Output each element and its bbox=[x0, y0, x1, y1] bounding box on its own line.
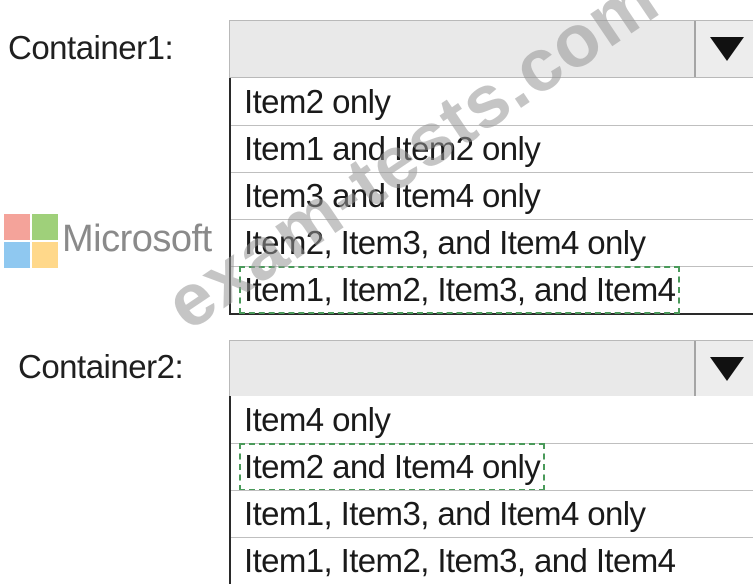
microsoft-logo-icon bbox=[4, 214, 58, 268]
container2-dropdown[interactable] bbox=[229, 340, 753, 398]
container2-options: Item4 only Item2 and Item4 only Item1, I… bbox=[229, 396, 753, 584]
container1-options: Item2 only Item1 and Item2 only Item3 an… bbox=[229, 78, 753, 315]
caret-down-icon bbox=[710, 357, 744, 381]
container1-dropdown-toggle[interactable] bbox=[694, 21, 753, 77]
container2-option[interactable]: Item1, Item2, Item3, and Item4 bbox=[231, 537, 753, 584]
container1-dropdown[interactable] bbox=[229, 20, 753, 78]
container2-label: Container2: bbox=[18, 348, 184, 385]
container1-option[interactable]: Item2 only bbox=[231, 78, 753, 125]
container1-option[interactable]: Item1 and Item2 only bbox=[231, 125, 753, 172]
container1-option[interactable]: Item2, Item3, and Item4 only bbox=[231, 219, 753, 266]
container2-option[interactable]: Item4 only bbox=[231, 396, 753, 443]
container1-option[interactable]: Item3 and Item4 only bbox=[231, 172, 753, 219]
container2-dropdown-toggle[interactable] bbox=[694, 341, 753, 397]
container1-option-selected[interactable]: Item1, Item2, Item3, and Item4 bbox=[231, 266, 753, 314]
caret-down-icon bbox=[710, 37, 744, 61]
container2-option-selected[interactable]: Item2 and Item4 only bbox=[231, 443, 753, 491]
container1-label: Container1: bbox=[8, 29, 174, 66]
microsoft-watermark-text: Microsoft bbox=[62, 218, 212, 260]
container2-option[interactable]: Item1, Item3, and Item4 only bbox=[231, 490, 753, 537]
